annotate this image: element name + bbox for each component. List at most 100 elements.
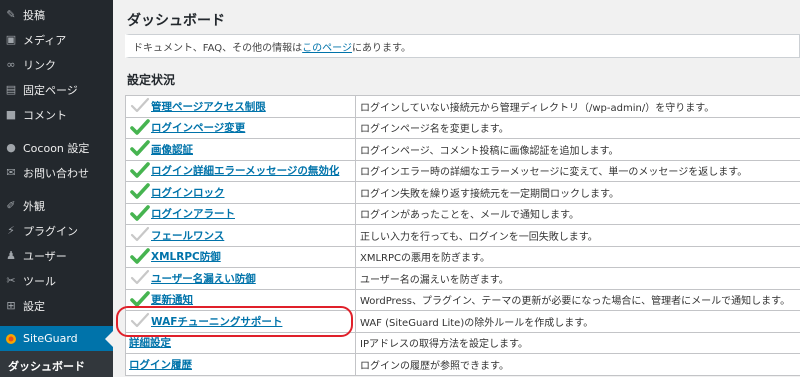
sidebar-item-label: 投稿 — [23, 8, 45, 22]
feature-cell: 詳細設定 — [125, 331, 356, 354]
notice-text-suffix: にあります。 — [351, 42, 411, 54]
feature-link[interactable]: WAFチューニングサポート — [151, 314, 282, 329]
link-icon: ∞ — [6, 58, 16, 71]
plugin-icon: ⚡ — [7, 224, 15, 237]
description-cell: WAF (SiteGuard Lite)の除外ルールを作成します。 — [355, 310, 800, 333]
sidebar-item-label: 固定ページ — [23, 83, 78, 97]
active-indicator — [105, 331, 113, 347]
description-cell: ログインエラー時の詳細なエラーメッセージに変えて、単一のメッセージを返します。 — [355, 159, 800, 182]
table-row: 画像認証 ログインページ、コメント投稿に画像認証を追加します。 — [125, 138, 800, 161]
sidebar-item-siteguard[interactable]: SiteGuard — [0, 326, 113, 351]
description-cell: ログインしていない接続元から管理ディレクトリ（/wp-admin/）を守ります。 — [355, 95, 800, 118]
sidebar-item-label: ユーザー — [23, 249, 67, 263]
table-row: ログインロック ログイン失敗を繰り返す接続元を一定期間ロックします。 — [125, 181, 800, 204]
description-cell: ユーザー名の漏えいを防ぎます。 — [355, 267, 800, 290]
sidebar-item-appearance[interactable]: ✐ 外観 — [0, 193, 113, 218]
description-cell: 正しい入力を行っても、ログインを一回失敗します。 — [355, 224, 800, 247]
pin-icon: ✎ — [6, 8, 16, 21]
check-on-icon — [129, 290, 151, 309]
sidebar-item-label: Cocoon 設定 — [23, 141, 90, 155]
sidebar-item-contact[interactable]: ✉ お問い合わせ — [0, 160, 113, 185]
feature-link[interactable]: XMLRPC防御 — [151, 249, 221, 264]
feature-link[interactable]: ログインページ変更 — [151, 120, 245, 135]
feature-link[interactable]: フェールワンス — [151, 228, 224, 243]
feature-link[interactable]: 更新通知 — [151, 292, 193, 307]
check-on-icon — [129, 161, 151, 180]
check-off-icon — [129, 226, 151, 244]
cocoon-icon: ● — [6, 141, 16, 154]
menu-separator — [0, 185, 113, 193]
admin-sidebar: ✎ 投稿 ▣ メディア ∞ リンク ▤ 固定ページ ■ コメント ● Cocoon 設定 ✉… — [0, 0, 113, 377]
check-on-icon — [129, 140, 151, 158]
sidebar-item-label: プラグイン — [23, 224, 78, 238]
feature-cell: WAFチューニングサポート — [125, 310, 356, 333]
table-row: 更新通知 WordPress、プラグイン、テーマの更新が必要になった場合に、管理者… — [125, 288, 800, 311]
check-on-icon — [129, 118, 151, 137]
sidebar-item-label: SiteGuard — [23, 332, 78, 345]
feature-link[interactable]: ログインロック — [151, 185, 225, 200]
info-notice: ドキュメント、FAQ、その他の情報は このページ にあります。 — [125, 34, 800, 58]
main-content: ダッシュボード ドキュメント、FAQ、その他の情報は このページ にあります。 … — [113, 0, 800, 377]
sidebar-item-comments[interactable]: ■ コメント — [0, 102, 113, 127]
appearance-icon: ✐ — [6, 199, 16, 212]
sidebar-item-posts[interactable]: ✎ 投稿 — [0, 2, 113, 27]
sidebar-item-pages[interactable]: ▤ 固定ページ — [0, 77, 113, 102]
feature-link[interactable]: 管理ページアクセス制限 — [151, 99, 266, 114]
sidebar-item-label: メディア — [23, 33, 67, 47]
siteguard-icon — [4, 332, 18, 346]
feature-link[interactable]: ログイン履歴 — [129, 357, 192, 372]
check-on-icon — [129, 204, 151, 223]
sidebar-item-label: お問い合わせ — [23, 166, 89, 180]
sidebar-item-settings[interactable]: ⊞ 設定 — [0, 293, 113, 318]
section-title: 設定状況 — [127, 73, 176, 87]
sidebar-item-label: リンク — [23, 58, 56, 72]
tool-icon: ✂ — [6, 274, 16, 287]
sidebar-item-plugins[interactable]: ⚡ プラグイン — [0, 218, 113, 243]
feature-cell: XMLRPC防御 — [125, 245, 356, 268]
feature-link[interactable]: ログインアラート — [151, 206, 235, 221]
description-cell: ログイン失敗を繰り返す接続元を一定期間ロックします。 — [355, 181, 800, 204]
menu-separator — [0, 318, 113, 326]
feature-link[interactable]: ログイン詳細エラーメッセージの無効化 — [151, 163, 339, 178]
sidebar-item-users[interactable]: ♟ ユーザー — [0, 243, 113, 268]
docs-link[interactable]: このページ — [302, 39, 352, 54]
table-row: ログインアラート ログインがあったことを、メールで通知します。 — [125, 202, 800, 225]
check-off-icon — [129, 97, 151, 115]
feature-cell: フェールワンス — [125, 224, 356, 247]
feature-link[interactable]: 画像認証 — [151, 142, 193, 157]
table-row: 詳細設定 IPアドレスの取得方法を設定します。 — [125, 331, 800, 354]
description-cell: ログインページ、コメント投稿に画像認証を追加します。 — [355, 138, 800, 161]
feature-cell: ログイン詳細エラーメッセージの無効化 — [125, 159, 356, 182]
description-cell: IPアドレスの取得方法を設定します。 — [355, 331, 800, 354]
sidebar-subitem-dashboard[interactable]: ダッシュボード — [0, 351, 113, 377]
feature-link[interactable]: 詳細設定 — [129, 335, 171, 350]
description-cell: ログインページ名を変更します。 — [355, 116, 800, 139]
table-row: ユーザー名漏えい防御 ユーザー名の漏えいを防ぎます。 — [125, 267, 800, 290]
sidebar-item-label: コメント — [23, 108, 67, 122]
settings-icon: ⊞ — [6, 299, 16, 312]
page-title: ダッシュボード — [127, 13, 225, 29]
sidebar-item-media[interactable]: ▣ メディア — [0, 27, 113, 52]
sidebar-item-label: 設定 — [23, 299, 45, 313]
sidebar-item-tools[interactable]: ✂ ツール — [0, 268, 113, 293]
notice-text: ドキュメント、FAQ、その他の情報は — [133, 42, 303, 54]
sidebar-item-label: ダッシュボード — [8, 360, 85, 373]
media-icon: ▣ — [5, 33, 17, 46]
comment-icon: ■ — [5, 108, 17, 121]
feature-cell: ログインアラート — [125, 202, 356, 225]
feature-cell: 更新通知 — [125, 288, 356, 311]
check-off-icon — [129, 312, 151, 330]
description-cell: XMLRPCの悪用を防ぎます。 — [355, 245, 800, 268]
page-icon: ▤ — [5, 83, 17, 96]
feature-cell: ログインロック — [125, 181, 356, 204]
table-row: ログイン履歴 ログインの履歴が参照できます。 — [125, 353, 800, 376]
table-row: 管理ページアクセス制限 ログインしていない接続元から管理ディレクトリ（/wp-ad… — [125, 95, 800, 118]
feature-cell: 管理ページアクセス制限 — [125, 95, 356, 118]
sidebar-item-links[interactable]: ∞ リンク — [0, 52, 113, 77]
sidebar-item-cocoon[interactable]: ● Cocoon 設定 — [0, 135, 113, 160]
description-cell: ログインの履歴が参照できます。 — [355, 353, 800, 376]
feature-link[interactable]: ユーザー名漏えい防御 — [151, 271, 256, 286]
feature-cell: ユーザー名漏えい防御 — [125, 267, 356, 290]
check-on-icon — [129, 247, 151, 266]
feature-cell: ログイン履歴 — [125, 353, 356, 376]
